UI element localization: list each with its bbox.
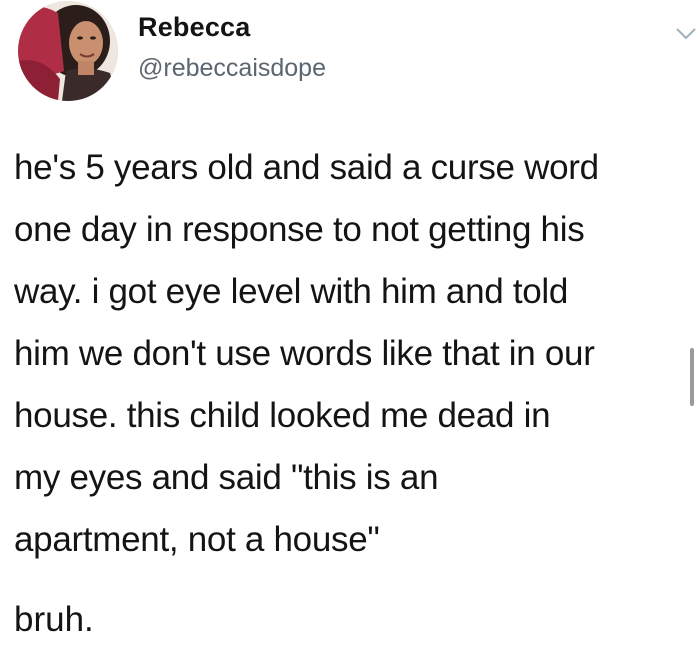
tweet-text-line: house. this child looked me dead in [14, 396, 551, 435]
avatar[interactable] [18, 1, 118, 101]
tweet-text-line: my eyes and said "this is an [14, 458, 439, 497]
scrollbar[interactable] [690, 348, 694, 406]
tweet-card: Rebecca @rebeccaisdope he's 5 years old … [0, 0, 700, 654]
author-name[interactable]: Rebecca [138, 12, 250, 43]
profile-photo-icon [18, 1, 118, 101]
tweet-text: he's 5 years old and said a curse word o… [14, 137, 690, 571]
tweet-text-line: apartment, not a house" [14, 520, 380, 559]
chevron-down-icon[interactable] [674, 22, 698, 46]
tweet-text-line: one day in response to not getting his [14, 210, 585, 249]
author-handle[interactable]: @rebeccaisdope [138, 54, 326, 83]
tweet-text-line: him we don't use words like that in our [14, 334, 595, 373]
tweet-text-line: he's 5 years old and said a curse word [14, 148, 599, 187]
tweet-text-line: way. i got eye level with him and told [14, 272, 569, 311]
tweet-closing-line: bruh. [14, 600, 94, 639]
